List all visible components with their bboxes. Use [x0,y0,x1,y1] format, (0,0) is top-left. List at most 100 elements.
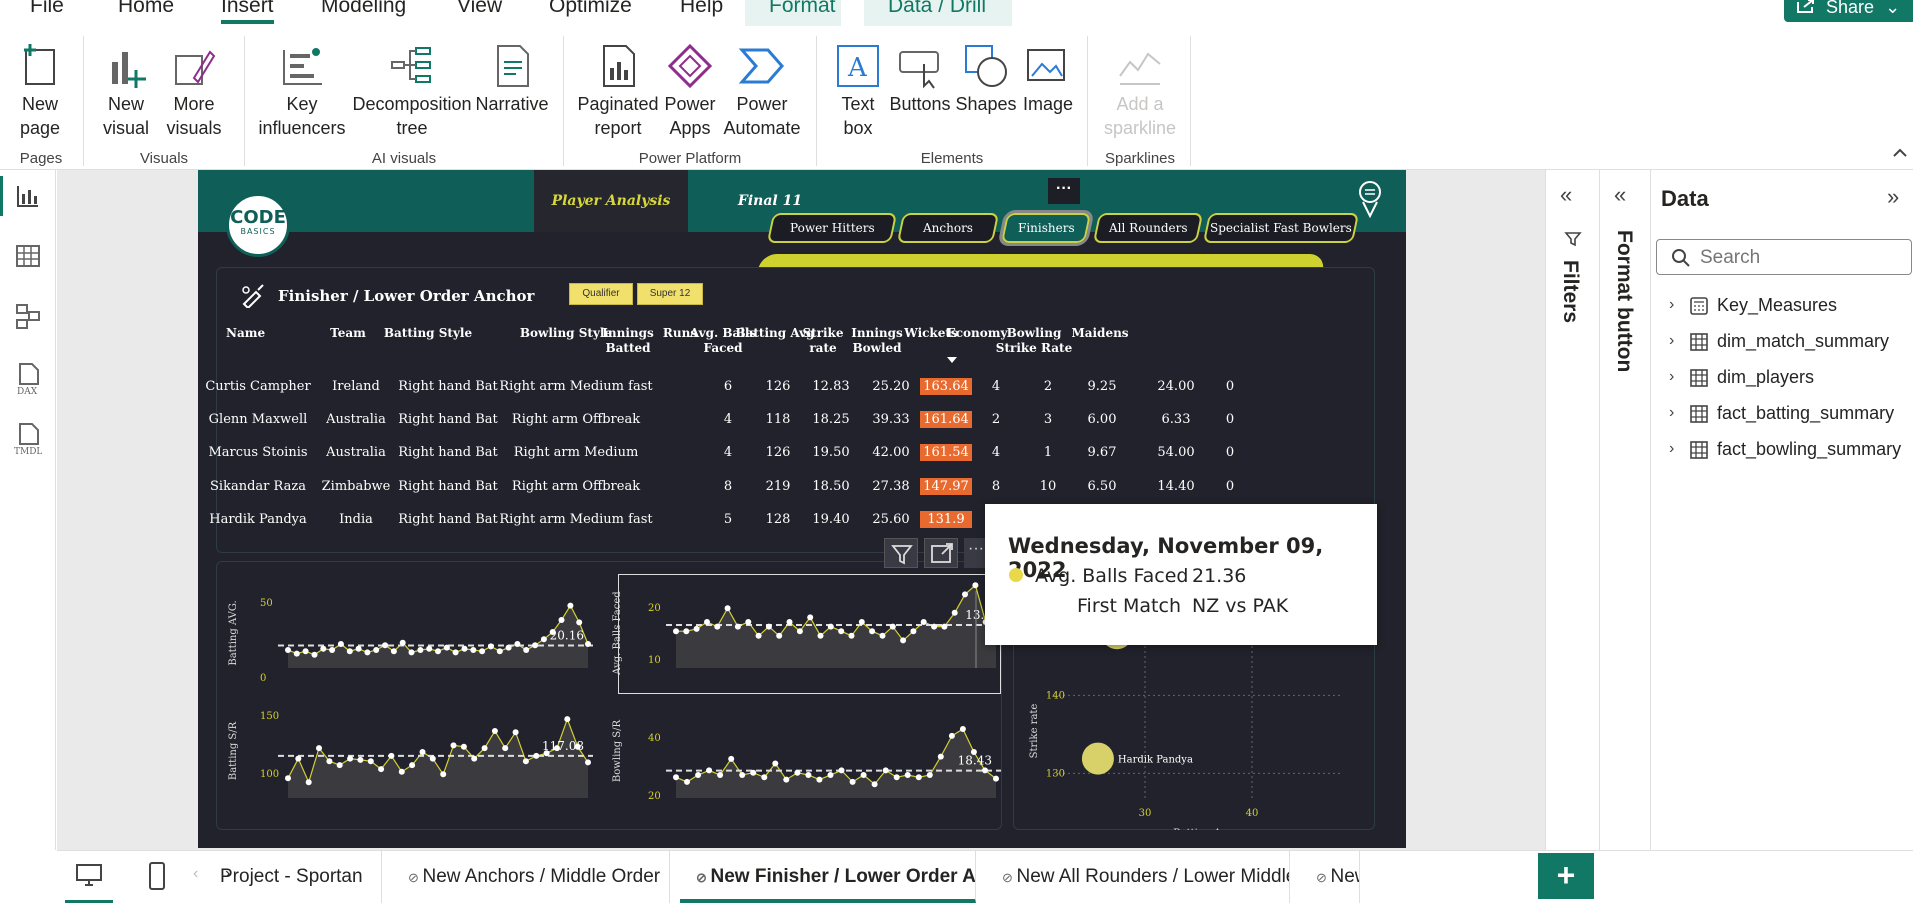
data-point [882,767,889,774]
table-name: Key_Measures [1717,295,1838,315]
table-cell: 0 [1225,479,1235,494]
data-point [355,645,362,652]
menu-insert[interactable]: Insert [221,0,274,24]
data-point [514,641,521,647]
column-header[interactable]: Batting Style [368,326,488,341]
chevron-right-icon[interactable]: › [1669,400,1674,426]
data-point [505,644,512,651]
chevron-right-icon[interactable]: › [1669,328,1674,354]
chevron-right-icon[interactable]: › [1669,364,1674,390]
menu-home[interactable]: Home [118,0,174,18]
filters-pane-collapsed[interactable]: « Filters [1545,170,1599,850]
data-point [959,726,966,732]
filter-visual-button[interactable] [884,538,918,568]
text-box-button[interactable]: A Text box [832,42,884,140]
page-tab-label: New [1330,866,1359,887]
chip-super-12[interactable]: Super 12 [637,283,703,305]
sort-descending-icon[interactable] [947,357,957,363]
menu-help[interactable]: Help [680,0,723,18]
menu-modeling[interactable]: Modeling [321,0,406,18]
page-tab[interactable]: Project - Sportan [194,851,382,903]
add-sparkline-button[interactable]: Add a sparkline [1098,42,1182,140]
y-axis-label: Batting S/R [228,721,239,780]
chip-qualifier[interactable]: Qualifier [569,283,633,305]
data-point [388,752,395,759]
last-value-label: 18.43 [958,754,992,768]
power-automate-button[interactable]: Power Automate [718,42,806,140]
menu-format[interactable]: Format [769,0,836,18]
new-page-button[interactable]: New page [8,42,72,140]
group-label-elements: Elements [920,150,984,167]
dax-query-view-icon[interactable]: DAX [14,362,42,396]
page-tab[interactable]: ⊘ New Anchors / Middle Order [392,851,670,903]
y-axis-label: Avg. Balls Faced [612,591,623,676]
power-apps-button[interactable]: Power Apps [662,42,718,140]
page-tab[interactable]: ⊘ New [1300,851,1360,903]
focus-mode-button[interactable] [924,538,958,568]
category-all-rounders[interactable]: All Rounders [1092,213,1204,243]
expand-format-icon[interactable]: « [1614,182,1626,208]
menu-view[interactable]: View [457,0,502,18]
category-anchors[interactable]: Anchors [896,213,1000,243]
report-view-icon[interactable] [14,182,42,210]
tooltip-measure-label: Avg. Balls Faced [1035,565,1189,587]
table-cell: 0 [1225,379,1235,394]
data-point [869,628,876,635]
expand-filters-icon[interactable]: « [1560,182,1572,208]
paginated-report-button[interactable]: Paginated report [574,42,662,140]
format-pane-collapsed[interactable]: « Format button [1599,170,1650,850]
model-view-icon[interactable] [14,302,42,330]
data-point [347,755,354,762]
more-visuals-button[interactable]: More visuals [156,42,232,140]
tab-player-analysis[interactable]: Player Analysis [534,170,688,232]
key-influencers-button[interactable]: Key influencers [254,42,350,140]
data-point [920,619,927,625]
decomposition-tree-button[interactable]: Decomposition tree [350,42,474,140]
narrative-button[interactable]: Narrative [474,42,550,116]
data-point [704,619,710,625]
column-header[interactable]: Name [226,326,286,341]
shapes-button[interactable]: Shapes [954,42,1018,116]
menu-optimize[interactable]: Optimize [549,0,632,18]
chevron-right-icon[interactable]: › [1669,292,1674,318]
data-point [910,628,917,635]
desktop-layout-button[interactable] [65,851,113,903]
data-point [564,716,571,723]
category-specialist-fast-bowlers[interactable]: Specialist Fast Bowlers [1202,213,1360,243]
svg-text:TMDL: TMDL [14,447,42,456]
column-header[interactable]: Maidens [1068,326,1132,341]
data-point [540,636,547,643]
category-finishers[interactable]: Finishers [997,210,1095,246]
mobile-layout-button[interactable] [137,851,177,903]
hidden-page-icon: ⊘ [696,870,711,885]
search-input[interactable] [1700,246,1900,270]
chevron-right-icon[interactable]: › [1669,436,1674,462]
data-point [452,649,459,656]
add-page-button[interactable]: + [1538,853,1594,899]
page-tab[interactable]: ⊘ New Finisher / Lower Order Anchor [680,851,976,903]
search-box[interactable] [1656,239,1912,275]
data-point [399,639,406,646]
data-point [471,755,478,762]
page-tab[interactable]: ⊘ New All Rounders / Lower Middle Order [986,851,1290,903]
table-name: dim_match_summary [1717,331,1890,351]
collapse-data-pane-icon[interactable]: » [1887,184,1899,210]
more-options-button[interactable]: ··· [1048,178,1080,204]
buttons-button[interactable]: Buttons [886,42,954,116]
data-point [693,625,700,632]
data-point [706,767,713,774]
tmdl-view-icon[interactable]: TMDL [14,422,42,456]
share-button[interactable]: Share ⌄ [1784,0,1913,22]
data-point [849,778,856,785]
y-tick-label: 20 [648,791,661,802]
category-power-hitters[interactable]: Power Hitters [766,213,898,243]
menu-data-drill[interactable]: Data / Drill [888,0,986,18]
menu-file[interactable]: File [30,0,64,18]
new-visual-button[interactable]: New visual [96,42,156,140]
data-point [972,582,979,589]
column-header[interactable]: Innings Bowled [846,326,908,356]
collapse-ribbon-icon[interactable] [1893,148,1907,158]
table-view-icon[interactable] [14,242,42,270]
page-tabs-bar: ‹ › Project - Sportan ⊘ New Anchors / Mid… [57,850,1913,903]
image-button[interactable]: Image [1018,42,1078,116]
